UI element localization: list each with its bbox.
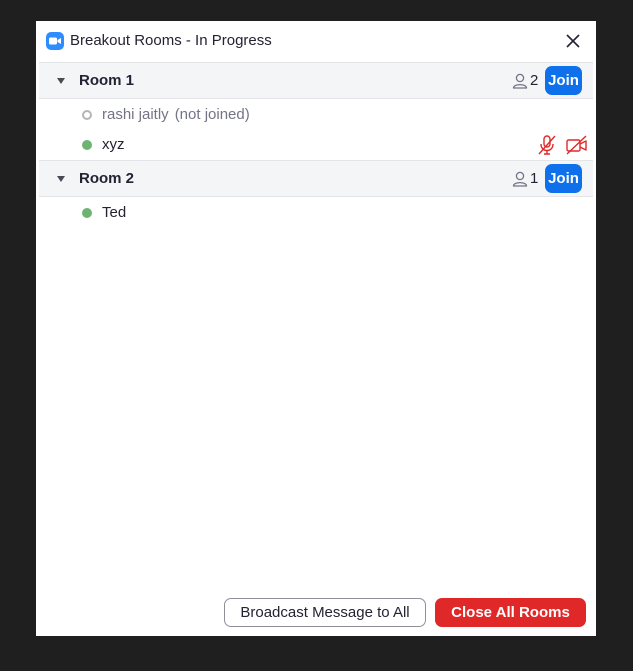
close-icon[interactable] [563,31,583,51]
joined-status-icon [82,140,92,150]
join-room-2-button[interactable]: Join [545,164,582,193]
participant-name: xyz [102,136,125,153]
room-name: Room 1 [79,72,135,89]
participant-name: rashi jaitly (not joined) [102,106,250,124]
not-joined-status-icon [82,110,92,120]
zoom-camera-icon [46,32,64,50]
title-bar: Breakout Rooms - In Progress [36,21,596,61]
close-all-rooms-button[interactable]: Close All Rooms [435,598,586,627]
person-icon [512,170,528,188]
breakout-rooms-window: Breakout Rooms - In Progress Room 1 2 Jo… [36,21,596,636]
caret-down-icon[interactable] [56,77,66,85]
video-off-icon [565,134,589,156]
person-icon [512,72,528,90]
window-title: Breakout Rooms - In Progress [70,32,272,49]
participant-name: Ted [102,204,127,221]
room-participant-count: 2 [530,72,539,89]
participant-status-note: (not joined) [174,106,250,123]
join-room-1-button[interactable]: Join [545,66,582,95]
participant-name-text: rashi jaitly [102,106,169,123]
room-header-room-1[interactable]: Room 1 2 Join [39,62,593,99]
joined-status-icon [82,208,92,218]
broadcast-message-button[interactable]: Broadcast Message to All [224,598,426,627]
caret-down-icon[interactable] [56,175,66,183]
room-name: Room 2 [79,170,135,187]
participant-row[interactable]: xyz [39,130,593,160]
room-participant-count: 1 [530,170,539,187]
mic-muted-icon [536,134,558,156]
room-header-room-2[interactable]: Room 2 1 Join [39,160,593,197]
participant-row[interactable]: rashi jaitly (not joined) [39,100,593,130]
participant-row[interactable]: Ted [39,198,593,228]
